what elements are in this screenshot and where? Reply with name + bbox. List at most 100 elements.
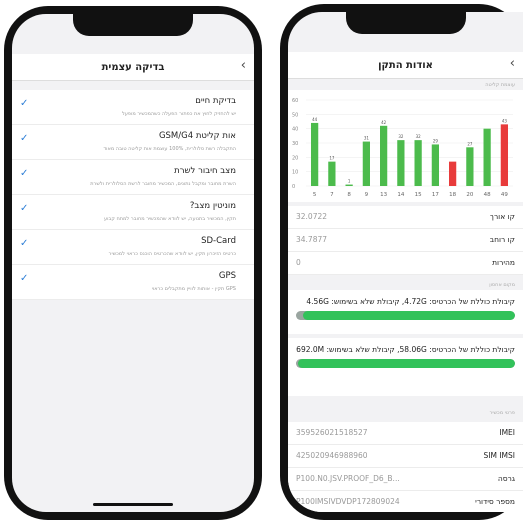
data-label: 31 (364, 136, 370, 141)
checkmark-icon: ✓ (20, 133, 29, 144)
x-tick-label: 9 (365, 192, 369, 198)
kv-value: 32.0722 (296, 212, 328, 221)
y-tick-label: 0 (292, 184, 295, 190)
y-tick-label: 40 (292, 127, 298, 133)
checkmark-icon: ✓ (20, 238, 29, 249)
test-title: מצב חיבור לשרת (174, 166, 236, 176)
test-item[interactable]: GPS GPS תקין - אותות לוויין מתקבלים כראו… (12, 265, 254, 300)
x-tick-label: 18 (449, 192, 456, 198)
storage-card-2: קיבולת כוללת של הכרטיס: 58.06G, קיבולת ש… (288, 338, 523, 396)
notch (345, 12, 466, 34)
data-label: 32 (416, 134, 422, 139)
test-subtitle: השרת מחובר ומקבל נתונים, המכשיר מחובר לר… (90, 181, 236, 187)
bar (483, 128, 491, 186)
checkmark-icon: ✓ (20, 273, 29, 284)
kv-value: P100IMSIVDVDP172809024 (296, 497, 400, 506)
checkmark-icon: ✓ (20, 203, 29, 214)
kv-key: גרסה (497, 474, 515, 483)
kv-value: 359526021518527 (296, 428, 368, 437)
data-label: 44 (312, 117, 318, 122)
storage-progress-bar (296, 359, 515, 368)
kv-row: 34.7877 קו רוחב (288, 229, 523, 252)
kv-key: מספר סידורי (475, 497, 515, 506)
right-navbar: אודות התקן › (288, 52, 523, 79)
page-title: בדיקה עצמית (101, 61, 165, 73)
data-label: 1 (348, 179, 351, 184)
test-item[interactable]: בדיקת חיים יש להחזיק לחוץ את כפתור הפעלה… (12, 90, 254, 125)
x-tick-label: 8 (347, 192, 351, 198)
x-tick-label: 7 (330, 192, 334, 198)
kv-value: 0 (296, 258, 301, 267)
kv-row: 0 מהירות (288, 252, 523, 275)
left-navbar: בדיקה עצמית › (12, 54, 254, 81)
chevron-right-icon[interactable]: › (241, 58, 246, 73)
data-label: 29 (433, 138, 439, 143)
y-tick-label: 60 (292, 98, 298, 104)
x-tick-label: 14 (397, 192, 404, 198)
bar (449, 161, 457, 186)
signal-chart: 60 50 40 30 20 10 0 44 5 17 7 1 8 31 9 42 13 32 14 32 15 29 17… (288, 90, 523, 202)
bar (397, 140, 405, 186)
test-title: SD-Card (201, 236, 236, 246)
storage-progress-fill (298, 359, 515, 368)
kv-key: קו רוחב (489, 235, 515, 244)
storage-card-1: קיבולת כוללת של הכרטיס: 4.72G, קיבולת של… (288, 290, 523, 334)
home-indicator (93, 503, 173, 506)
x-tick-label: 20 (466, 192, 473, 198)
x-tick-label: 48 (484, 192, 491, 198)
test-title: אות קליטת GSM/G4 (158, 131, 236, 141)
bar (466, 147, 474, 186)
storage-progress-fill (302, 311, 515, 320)
kv-row: 32.0722 קו אורך (288, 206, 523, 229)
kv-row: P100IMSIVDVDP172809024 מספר סידורי (288, 491, 523, 512)
bar (362, 141, 370, 186)
left-phone: בדיקה עצמית › בדיקת חיים יש להחזיק לחוץ … (4, 6, 262, 520)
notch (73, 14, 193, 36)
chevron-right-icon[interactable]: › (510, 56, 515, 71)
y-tick-label: 50 (292, 112, 298, 118)
test-item[interactable]: מצב חיבור לשרת השרת מחובר ומקבל נתונים, … (12, 160, 254, 195)
test-subtitle: יש להחזיק לחוץ את כפתור הפעלה כשהמכשיר מ… (121, 111, 236, 117)
test-subtitle: GPS תקין - אותות לוויין מתקבלים כראוי (151, 286, 236, 292)
test-item[interactable]: SD-Card כרטיס הזיכרון תקין, יש לוודא שהכ… (12, 230, 254, 265)
self-test-list: בדיקת חיים יש להחזיק לחוץ את כפתור הפעלה… (12, 90, 254, 300)
storage-text: קיבולת כוללת של הכרטיס: 58.06G, קיבולת ש… (296, 345, 515, 354)
data-label: 17 (329, 156, 335, 161)
data-label: 42 (381, 120, 387, 125)
checkmark-icon: ✓ (20, 98, 29, 109)
test-title: בדיקת חיים (195, 96, 236, 106)
kv-key: SIM IMSI (483, 451, 515, 460)
y-tick-label: 10 (292, 170, 298, 176)
checkmark-icon: ✓ (20, 168, 29, 179)
bar (500, 124, 508, 186)
bar (431, 144, 439, 186)
right-phone: אודות התקן › עוצמת קליטה 60 50 40 30 20 10 0 44… (280, 4, 523, 520)
kv-key: מהירות (492, 258, 515, 267)
data-label: 32 (398, 134, 404, 139)
section-label: פרטי מכשיר (489, 410, 515, 416)
kv-key: קו אורך (489, 212, 515, 221)
kv-value: 34.7877 (296, 235, 328, 244)
right-screen: אודות התקן › עוצמת קליטה 60 50 40 30 20 10 0 44… (288, 12, 523, 512)
x-tick-label: 15 (415, 192, 422, 198)
y-tick-label: 30 (292, 141, 298, 147)
signal-bar-chart: 6050403020100445177183194213321432152917… (292, 98, 513, 198)
kv-row: 359526021518527 IMEI (288, 422, 523, 445)
x-tick-label: 13 (380, 192, 387, 198)
x-tick-label: 49 (501, 192, 508, 198)
test-item[interactable]: אות קליטת GSM/G4 התקבלה רשת סלולרית, 100… (12, 125, 254, 160)
section-label: עוצמת קליטה (485, 82, 515, 88)
left-screen: בדיקה עצמית › בדיקת חיים יש להחזיק לחוץ … (12, 14, 254, 512)
x-tick-label: 5 (313, 192, 317, 198)
test-subtitle: התקבלה רשת סלולרית, 100% עוצמת אות קליטה… (103, 146, 236, 152)
test-title: GPS (218, 271, 236, 281)
kv-value: 425020946988960 (296, 451, 368, 460)
data-label: 43 (502, 118, 508, 123)
kv-row: 425020946988960 SIM IMSI (288, 445, 523, 468)
test-title: מוניטין מצב? (189, 201, 236, 211)
test-item[interactable]: מוניטין מצב? תקין, המכשיר בתנועה, יש לוו… (12, 195, 254, 230)
page-title: אודות התקן (378, 59, 433, 71)
test-subtitle: כרטיס הזיכרון תקין, יש לוודא שהכרטיס הוכ… (108, 251, 236, 257)
test-subtitle: תקין, המכשיר בתנועה, יש לוודא שהמכשיר מח… (103, 216, 236, 222)
kv-row: P100.N0.JSV.PROOF_D6_B... גרסה (288, 468, 523, 491)
